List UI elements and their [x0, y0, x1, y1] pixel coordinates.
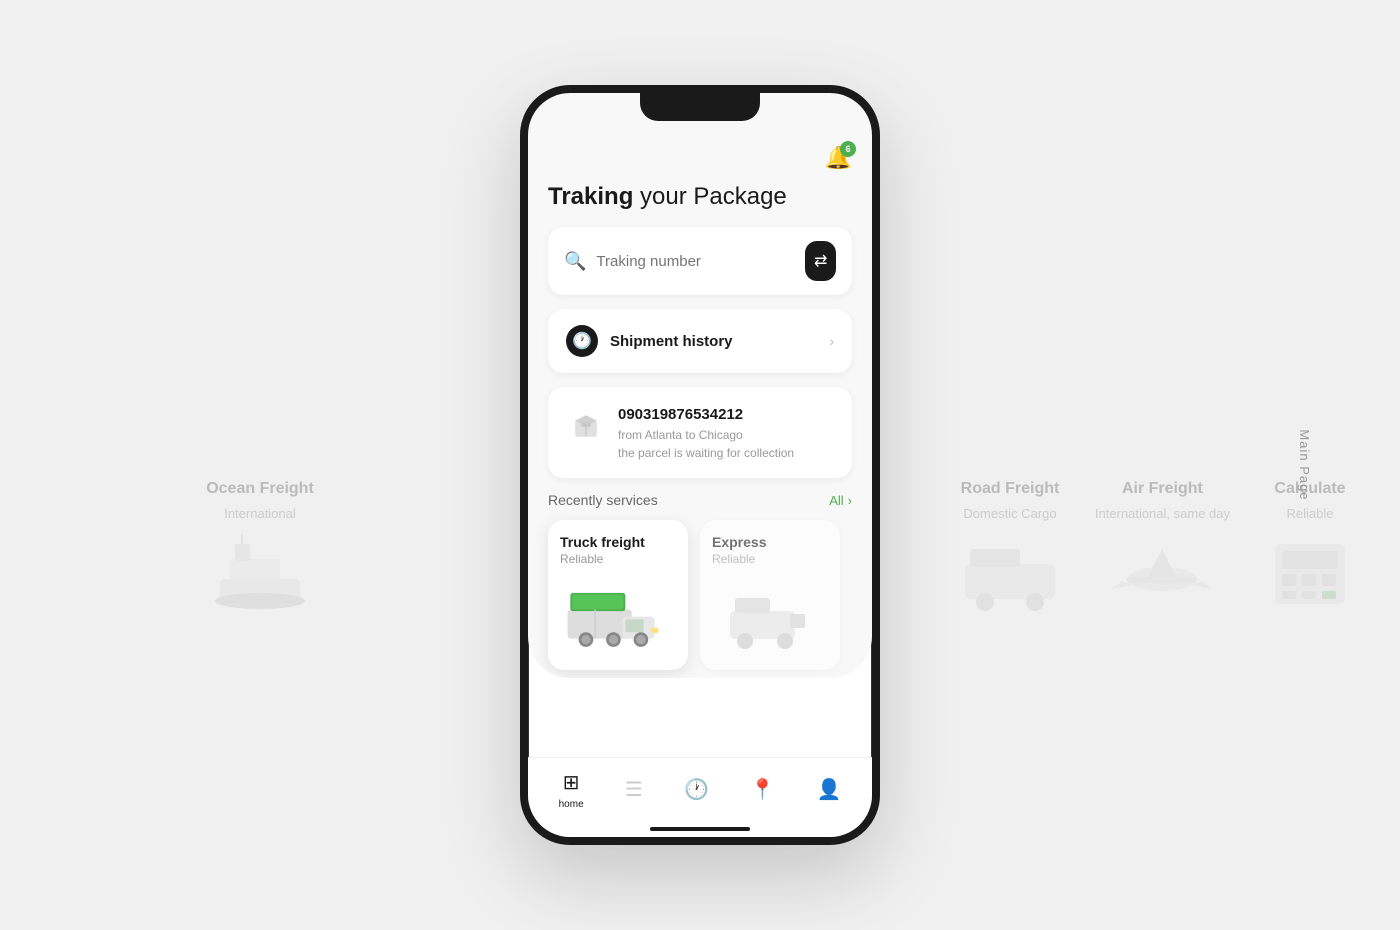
title-rest: your Package [633, 183, 786, 210]
bg-air-sub: International, same day [1095, 506, 1230, 521]
tracking-info: 090319876534212 from Atlanta to Chicago … [618, 406, 834, 462]
bg-ocean-name: Ocean Freight [206, 480, 314, 498]
search-bar[interactable]: 🔍 ⇄ [548, 227, 852, 295]
tracking-route: from Atlanta to Chicago [618, 426, 834, 444]
bg-ocean-sub: International [224, 506, 296, 521]
bg-air: Air Freight International, same day [1095, 480, 1230, 619]
package-icon [568, 408, 604, 444]
scan-button[interactable]: ⇄ [805, 241, 836, 281]
tracking-row: 090319876534212 from Atlanta to Chicago … [566, 406, 834, 462]
chevron-right-icon: › [829, 333, 834, 349]
history-left: 🕐 Shipment history [566, 325, 733, 357]
header-bar: 🔔 6 [528, 137, 872, 175]
scan-icon: ⇄ [814, 251, 827, 271]
bg-air-illustration [1102, 529, 1222, 619]
tracking-status: the parcel is waiting for collection [618, 444, 834, 462]
services-section-title: Recently services [548, 492, 658, 508]
notification-bell[interactable]: 🔔 6 [825, 145, 852, 171]
package-icon-container [566, 406, 606, 446]
bg-calc: Calculate Reliable [1250, 480, 1370, 619]
history-row: 🕐 Shipment history › [566, 325, 834, 357]
all-chevron-icon: › [848, 493, 852, 508]
express-service-subtitle: Reliable [712, 552, 828, 566]
tracking-card[interactable]: 090319876534212 from Atlanta to Chicago … [548, 387, 852, 478]
bg-ocean-freight: Ocean Freight International [200, 480, 320, 619]
phone-screen: 🔔 6 Traking your Package 🔍 ⇄ [528, 93, 872, 678]
services-scroll: Truck freight Reliable [528, 520, 872, 678]
truck-service-subtitle: Reliable [560, 552, 676, 566]
search-input[interactable] [596, 253, 795, 270]
all-label: All [829, 493, 843, 508]
services-header: Recently services All › [548, 492, 852, 508]
express-illustration [712, 576, 828, 656]
bg-ocean-illustration [200, 529, 320, 619]
bg-air-name: Air Freight [1122, 480, 1203, 498]
bg-road: Road Freight Domestic Cargo [950, 480, 1070, 619]
search-icon: 🔍 [564, 251, 586, 272]
bg-calc-sub: Reliable [1287, 506, 1334, 521]
service-card-express[interactable]: Express Reliable [700, 520, 840, 670]
clock-icon: 🕐 [566, 325, 598, 357]
title-bold: Traking [548, 183, 633, 210]
truck-illustration [560, 576, 676, 656]
bg-road-illustration [950, 529, 1070, 619]
service-card-truck[interactable]: Truck freight Reliable [548, 520, 688, 670]
phone-frame: 🔔 6 Traking your Package 🔍 ⇄ [520, 85, 880, 845]
tracking-number: 090319876534212 [618, 406, 834, 423]
all-services-link[interactable]: All › [829, 493, 852, 508]
notch [640, 93, 760, 121]
content-area: Traking your Package 🔍 ⇄ 🕐 Shipment hist… [528, 175, 872, 678]
side-label: Main Page [1297, 429, 1312, 500]
bg-calc-illustration [1250, 529, 1370, 619]
shipment-history-card[interactable]: 🕐 Shipment history › [548, 309, 852, 373]
truck-service-name: Truck freight [560, 534, 676, 550]
express-service-name: Express [712, 534, 828, 550]
truck-svg [563, 581, 673, 656]
bg-road-sub: Domestic Cargo [963, 506, 1056, 521]
bg-road-name: Road Freight [961, 480, 1060, 498]
bell-badge: 6 [840, 141, 856, 157]
page-title: Traking your Package [548, 183, 852, 211]
shipment-history-title: Shipment history [610, 333, 733, 350]
